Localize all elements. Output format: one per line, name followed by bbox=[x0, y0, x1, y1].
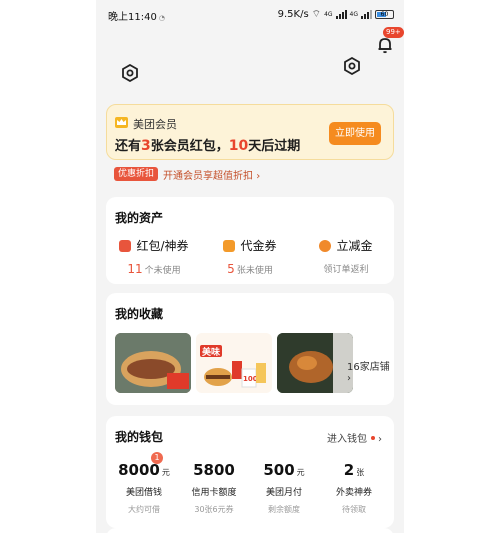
wallet-unit: 元 bbox=[161, 468, 170, 477]
use-now-button[interactable]: 立即使用 bbox=[329, 122, 381, 145]
wallet-sub: 30张6元券 bbox=[194, 505, 234, 514]
wallet-sub: 剩余额度 bbox=[268, 505, 300, 514]
top-bar bbox=[96, 26, 404, 102]
favorite-thumb-1[interactable] bbox=[115, 333, 191, 393]
wallet-sub: 待领取 bbox=[342, 505, 366, 514]
clock-text: 晚上11:40 bbox=[108, 12, 157, 23]
promo-tag: 优惠折扣 bbox=[114, 167, 159, 181]
wallet-badge: 1 bbox=[151, 452, 163, 464]
status-time: 晚上11:40 ◔ bbox=[108, 8, 165, 23]
crown-icon bbox=[115, 117, 128, 128]
favorite-thumb-3[interactable] bbox=[277, 333, 353, 393]
favorites-more[interactable]: 16家店铺 › bbox=[347, 358, 394, 384]
favorites-title: 我的收藏 bbox=[115, 307, 164, 321]
voucher-icon bbox=[223, 239, 236, 252]
asset-count: 5 bbox=[227, 262, 235, 276]
vip-card[interactable]: 美团会员 还有3张会员红包，10天后过期 立即使用 bbox=[106, 104, 394, 160]
wallet-item-credit[interactable]: 5800 信用卡额度 30张6元券 bbox=[176, 461, 252, 515]
asset-sub: 领订单返利 bbox=[323, 265, 369, 275]
sync-icon: ◔ bbox=[158, 14, 165, 22]
assets-title: 我的资产 bbox=[115, 211, 164, 225]
favorites-more-label: 16家店铺 bbox=[347, 362, 390, 373]
wifi-icon: ⌔ bbox=[311, 9, 322, 20]
enter-wallet-label: 进入钱包 bbox=[327, 434, 367, 445]
battery-icon: 60 bbox=[375, 10, 394, 19]
asset-voucher[interactable]: 代金券 5 张未使用 bbox=[202, 237, 298, 276]
red-packet-icon bbox=[119, 239, 132, 252]
wallet-value: 500 bbox=[263, 461, 295, 479]
wallet-label: 信用卡额度 bbox=[191, 488, 237, 498]
vip-msg-mid: 张会员红包， bbox=[150, 139, 229, 154]
status-bar: 晚上11:40 ◔ 9.5K/s ⌔ 4G 4G 60 bbox=[96, 0, 404, 26]
wallet-item-monthly[interactable]: 500 元 美团月付 剩余额度 bbox=[246, 461, 322, 515]
phone-screen: 晚上11:40 ◔ 9.5K/s ⌔ 4G 4G 60 99+ 美团会员 还有3… bbox=[96, 0, 404, 533]
vip-msg-post: 天后过期 bbox=[248, 139, 301, 154]
asset-sub: 个未使用 bbox=[144, 266, 181, 276]
signal-icon-2 bbox=[361, 10, 372, 19]
battery-level: 60 bbox=[380, 11, 389, 18]
assets-card: 我的资产 红包/神券 11 个未使用 代金券 5 张未使用 立减金 领订单返利 bbox=[106, 197, 394, 284]
wallet-sub: 大约可借 bbox=[128, 505, 160, 514]
wallet-title: 我的钱包 bbox=[115, 430, 164, 444]
red-dot-icon bbox=[371, 436, 375, 440]
wallet-value: 8000 bbox=[118, 461, 160, 479]
wallet-unit: 元 bbox=[296, 468, 305, 477]
wallet-label: 外卖神券 bbox=[335, 488, 372, 498]
vip-title: 美团会员 bbox=[133, 118, 177, 131]
chevron-right-icon: › bbox=[378, 434, 382, 445]
wallet-card: 我的钱包 进入钱包 › 8000 元 美团借钱 大约可借 5800 信用卡额度 30… bbox=[106, 416, 394, 528]
wallet-item-coupon[interactable]: 2张 外卖神券 待领取 bbox=[316, 461, 392, 515]
favorites-card: 我的收藏 美味 100 16家店铺 › bbox=[106, 293, 394, 405]
asset-label: 红包/神券 bbox=[136, 239, 189, 253]
vip-count: 3 bbox=[141, 138, 151, 154]
asset-label: 立减金 bbox=[336, 239, 373, 253]
wallet-item-loan[interactable]: 8000 元 美团借钱 大约可借 bbox=[106, 461, 182, 515]
vip-message: 还有3张会员红包，10天后过期 bbox=[115, 135, 300, 154]
favorite-thumb-2[interactable]: 美味 100 bbox=[196, 333, 272, 393]
wallet-value: 5800 bbox=[193, 461, 235, 479]
gear-icon[interactable] bbox=[343, 57, 361, 75]
asset-label: 代金券 bbox=[240, 239, 277, 253]
enter-wallet-link[interactable]: 进入钱包 › bbox=[327, 430, 382, 445]
net-speed: 9.5K/s bbox=[277, 9, 309, 20]
status-right: 9.5K/s ⌔ 4G 4G 60 bbox=[278, 8, 394, 21]
next-card-edge bbox=[106, 528, 394, 533]
network-label-1: 4G bbox=[324, 11, 333, 18]
notification-badge: 99+ bbox=[383, 27, 404, 38]
asset-sub: 张未使用 bbox=[236, 266, 273, 276]
wallet-value: 2 bbox=[343, 461, 355, 479]
coin-icon bbox=[319, 239, 332, 252]
wallet-label: 美团月付 bbox=[265, 488, 302, 498]
wallet-unit: 张 bbox=[356, 468, 365, 477]
favorite-thumb-2-label: 100 bbox=[243, 375, 258, 383]
signal-icon-1 bbox=[335, 10, 347, 19]
promo-text: 开通会员享超值折扣 › bbox=[163, 170, 261, 182]
asset-count: 11 bbox=[127, 262, 143, 276]
bell-icon[interactable] bbox=[375, 35, 395, 55]
settings-hex-icon[interactable] bbox=[121, 64, 139, 82]
vip-days: 10 bbox=[228, 138, 249, 154]
chevron-right-icon: › bbox=[347, 373, 351, 384]
promo-banner[interactable]: 优惠折扣 开通会员享超值折扣 › bbox=[114, 167, 261, 182]
network-label-2: 4G bbox=[349, 11, 358, 18]
asset-cashback[interactable]: 立减金 领订单返利 bbox=[298, 237, 394, 275]
asset-red-packet[interactable]: 红包/神券 11 个未使用 bbox=[106, 237, 202, 276]
vip-msg-pre: 还有 bbox=[115, 139, 142, 154]
favorite-thumb-2-tag: 美味 bbox=[202, 346, 220, 358]
wallet-label: 美团借钱 bbox=[125, 488, 162, 498]
